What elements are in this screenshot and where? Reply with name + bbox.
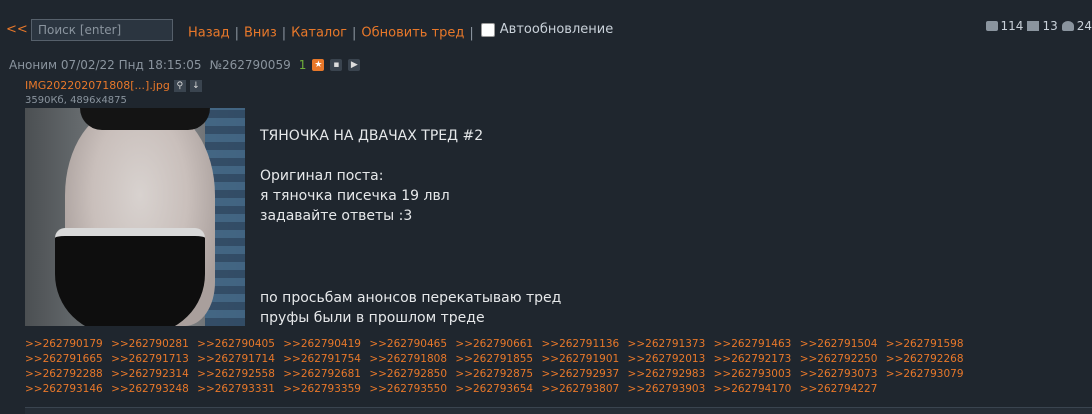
- reply-link[interactable]: >>262792850: [369, 368, 447, 380]
- reply-link[interactable]: >>262793079: [886, 368, 964, 380]
- search-input[interactable]: [31, 19, 173, 41]
- file-info: 3590Кб, 4896x4875: [25, 95, 127, 106]
- reply-link[interactable]: >>262791855: [455, 353, 533, 365]
- nav-separator: |: [234, 25, 239, 41]
- images-icon: [1027, 21, 1040, 31]
- reply-link[interactable]: >>262791136: [541, 338, 619, 350]
- reply-link[interactable]: >>262791665: [25, 353, 103, 365]
- nav-separator: |: [352, 25, 357, 41]
- images-count: 13: [1042, 19, 1058, 33]
- reply-link[interactable]: >>262793807: [541, 383, 619, 395]
- post-header: Аноним 07/02/22 Пнд 18:15:05 №262790059 …: [9, 58, 361, 72]
- nav-back-link[interactable]: Назад: [188, 26, 230, 41]
- posts-icon: [985, 21, 998, 31]
- thumbnail-bottom: [55, 228, 205, 326]
- post-message: ТЯНОЧКА НА ДВАЧАХ ТРЕД #2 Оригинал поста…: [260, 126, 561, 328]
- post-line: по просьбам анонсов перекатываю тред: [260, 290, 562, 306]
- reply-link[interactable]: >>262793073: [800, 368, 878, 380]
- reply-link[interactable]: >>262794170: [714, 383, 792, 395]
- reply-link[interactable]: >>262790179: [25, 338, 103, 350]
- users-count: 24: [1076, 19, 1092, 33]
- autoupdate-label: Автообновление: [499, 22, 614, 37]
- reply-link[interactable]: >>262792250: [800, 353, 878, 365]
- reply-link[interactable]: >>262790419: [283, 338, 361, 350]
- thread-nav: Назад | Вниз | Каталог | Обновить тред | Автообн…: [188, 22, 613, 41]
- autoupdate-checkbox[interactable]: [480, 22, 495, 37]
- play-icon[interactable]: ▶: [348, 59, 361, 71]
- reply-link[interactable]: >>262793003: [714, 368, 792, 380]
- reply-link[interactable]: >>262790405: [197, 338, 275, 350]
- nav-separator: |: [281, 25, 287, 41]
- reply-link[interactable]: >>262792314: [111, 368, 189, 380]
- expand-window-icon[interactable]: ▪: [330, 59, 343, 71]
- image-search-icon[interactable]: ⚲: [173, 79, 186, 92]
- post-counter: 1: [298, 58, 307, 72]
- thread-stats: 114 13 24: [982, 19, 1092, 33]
- reply-link[interactable]: >>262790281: [111, 338, 189, 350]
- reply-link[interactable]: >>262791713: [111, 353, 189, 365]
- post-author: Аноним: [9, 58, 58, 72]
- post-line: Оригинал поста:: [260, 168, 384, 184]
- post-date: 07/02/22 Пнд 18:15:05: [60, 58, 202, 72]
- reply-links: >>262790179 >>262790281 >>262790405 >>26…: [25, 337, 1025, 397]
- file-link: IMG202202071808[...].jpg ⚲ ↓: [25, 79, 202, 92]
- reply-link[interactable]: >>262792983: [628, 368, 706, 380]
- reply-link[interactable]: >>262791901: [541, 353, 619, 365]
- reply-link[interactable]: >>262793359: [283, 383, 361, 395]
- favorite-star-icon[interactable]: ★: [312, 59, 325, 71]
- reply-link[interactable]: >>262792875: [455, 368, 533, 380]
- back-to-board-link[interactable]: <<: [6, 22, 28, 37]
- reply-link[interactable]: >>262791598: [886, 338, 964, 350]
- post-title: ТЯНОЧКА НА ДВАЧАХ ТРЕД #2: [260, 128, 484, 144]
- post-number[interactable]: №262790059: [210, 58, 291, 72]
- reply-link[interactable]: >>262792173: [714, 353, 792, 365]
- autoupdate-toggle[interactable]: Автообновление: [480, 22, 614, 37]
- reply-link[interactable]: >>262793331: [197, 383, 275, 395]
- nav-catalog-link[interactable]: Каталог: [291, 26, 347, 41]
- post-line: пруфы были в прошлом треде: [260, 310, 485, 326]
- download-icon[interactable]: ↓: [189, 79, 202, 92]
- posts-count: 114: [1000, 19, 1024, 33]
- users-icon: [1061, 21, 1074, 31]
- reply-link[interactable]: >>262791714: [197, 353, 275, 365]
- reply-link[interactable]: >>262793248: [111, 383, 189, 395]
- reply-link[interactable]: >>262792558: [197, 368, 275, 380]
- top-bar: << Назад | Вниз | Каталог | Обновить тред | Авто…: [0, 0, 1092, 60]
- nav-down-link[interactable]: Вниз: [244, 26, 277, 41]
- reply-link[interactable]: >>262791463: [714, 338, 792, 350]
- reply-link[interactable]: >>262791808: [369, 353, 447, 365]
- reply-link[interactable]: >>262791373: [628, 338, 706, 350]
- reply-link[interactable]: >>262791754: [283, 353, 361, 365]
- reply-link[interactable]: >>262792288: [25, 368, 103, 380]
- nav-refresh-thread-link[interactable]: Обновить тред: [361, 26, 464, 41]
- nav-separator: |: [469, 25, 474, 41]
- reply-link[interactable]: >>262793903: [628, 383, 706, 395]
- post-line: задавайте ответы :3: [260, 208, 413, 224]
- post-line: я тяночка писечка 19 лвл: [260, 188, 450, 204]
- reply-link[interactable]: >>262792681: [283, 368, 361, 380]
- reply-link[interactable]: >>262792937: [541, 368, 619, 380]
- reply-link[interactable]: >>262790465: [369, 338, 447, 350]
- reply-link[interactable]: >>262794227: [800, 383, 878, 395]
- file-name-link[interactable]: IMG202202071808[...].jpg: [25, 79, 170, 92]
- reply-link[interactable]: >>262792013: [628, 353, 706, 365]
- reply-link[interactable]: >>262792268: [886, 353, 964, 365]
- reply-link[interactable]: >>262793146: [25, 383, 103, 395]
- reply-link[interactable]: >>262793654: [455, 383, 533, 395]
- post-image-thumbnail[interactable]: [25, 108, 245, 326]
- thumbnail-top: [80, 108, 210, 130]
- reply-link[interactable]: >>262790661: [455, 338, 533, 350]
- reply-link[interactable]: >>262791504: [800, 338, 878, 350]
- reply-link[interactable]: >>262793550: [369, 383, 447, 395]
